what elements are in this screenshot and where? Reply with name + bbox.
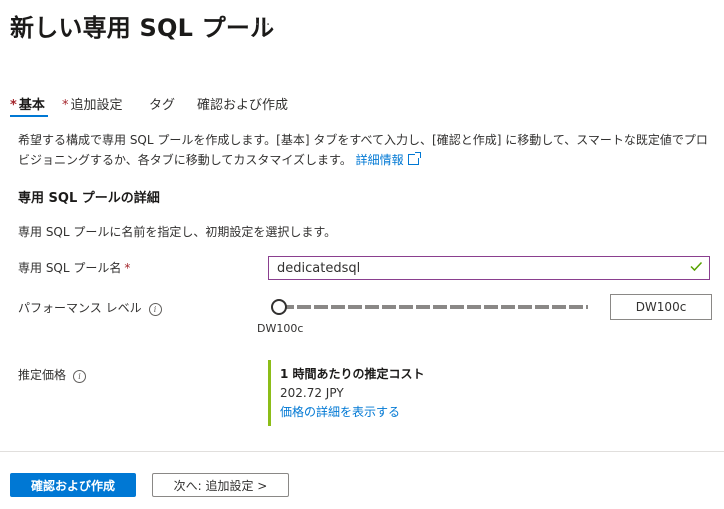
estimated-price-label: 推定価格 i [18, 366, 87, 383]
tab-review-create-label: 確認および作成 [197, 98, 289, 113]
performance-slider-value: DW100c [257, 322, 304, 335]
external-link-icon [407, 152, 421, 165]
tab-basics[interactable]: * 基本 [10, 94, 45, 113]
section-title: 専用 SQL プールの詳細 [18, 191, 160, 206]
performance-slider-track[interactable] [280, 305, 588, 309]
performance-level-label-text: パフォーマンス レベル [18, 301, 142, 315]
info-icon[interactable]: i [73, 370, 87, 383]
section-description: 専用 SQL プールに名前を指定し、初期設定を選択します。 [18, 225, 337, 239]
price-details-link[interactable]: 価格の詳細を表示する [280, 403, 468, 420]
performance-level-label: パフォーマンス レベル i [18, 299, 162, 316]
tab-tags-label: タグ [149, 98, 176, 113]
required-marker: * [10, 98, 17, 113]
next-additional-settings-button[interactable]: 次へ: 追加設定 > [152, 473, 289, 497]
active-tab-indicator [10, 115, 48, 117]
tab-basics-label: 基本 [18, 98, 45, 113]
pool-name-field [268, 256, 710, 280]
learn-more-link[interactable]: 詳細情報 [355, 152, 421, 167]
review-create-button[interactable]: 確認および作成 [10, 473, 136, 497]
learn-more-label: 詳細情報 [355, 153, 404, 167]
estimated-price-label-text: 推定価格 [18, 368, 67, 382]
more-options-icon[interactable]: ... [255, 13, 271, 29]
price-summary: 1 時間あたりの推定コスト 202.72 JPY 価格の詳細を表示する [268, 360, 468, 426]
pool-name-input[interactable] [269, 257, 685, 280]
pool-name-label-text: 専用 SQL プール名 [18, 261, 122, 275]
tab-additional-settings[interactable]: * 追加設定 [62, 94, 123, 113]
check-icon [690, 261, 703, 272]
required-marker: * [124, 261, 131, 275]
performance-level-value-box[interactable]: DW100c [610, 294, 712, 320]
tab-additional-settings-label: 追加設定 [70, 98, 123, 113]
tab-tags[interactable]: タグ [149, 94, 175, 113]
intro-text-block: 希望する構成で専用 SQL プールを作成します。[基本] タブをすべて入力し、[… [18, 130, 714, 170]
footer-divider [0, 451, 724, 452]
page-title: 新しい専用 SQL プール [10, 14, 275, 42]
info-icon[interactable]: i [148, 303, 162, 316]
performance-slider-thumb[interactable] [271, 299, 287, 315]
price-title: 1 時間あたりの推定コスト [280, 367, 425, 381]
required-marker: * [62, 98, 69, 113]
tab-review-create[interactable]: 確認および作成 [197, 94, 288, 113]
price-value: 202.72 JPY [280, 386, 344, 400]
pool-name-label: 専用 SQL プール名 * [18, 259, 130, 276]
